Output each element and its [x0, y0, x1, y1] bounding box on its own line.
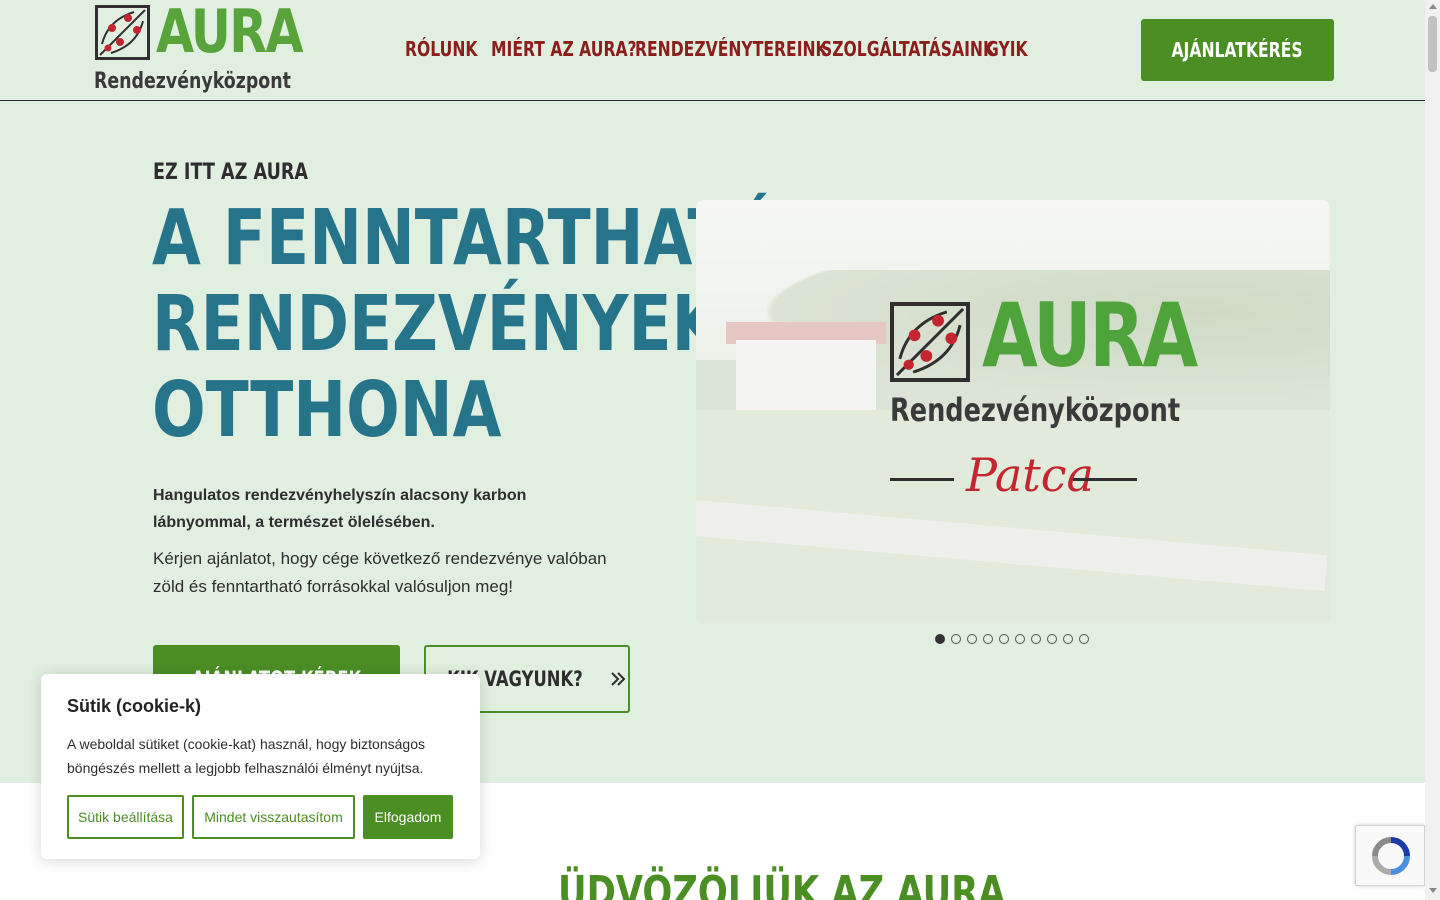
cookie-settings-button[interactable]: Sütik beállítása	[67, 795, 184, 839]
welcome-title: ÜDVÖZÖLJÜK AZ AURA	[558, 867, 1006, 900]
hero-image-slider[interactable]: AURA Rendezvényközpont Patca	[696, 200, 1330, 623]
page: AURA Rendezvényközpont RÓLUNK MIÉRT AZ A…	[0, 0, 1425, 900]
site-header: AURA Rendezvényközpont RÓLUNK MIÉRT AZ A…	[0, 0, 1425, 101]
slider-dot[interactable]	[1031, 634, 1041, 644]
slide-logo-dots-icon	[895, 307, 965, 377]
cookie-consent-banner: Sütik (cookie-k) A weboldal sütiket (coo…	[41, 674, 480, 859]
hero-lead: Hangulatos rendezvényhelyszín alacsony k…	[153, 487, 527, 531]
logo-mark-icon	[95, 5, 150, 60]
recaptcha-icon	[1372, 837, 1410, 875]
hero-title-line-3: OTTHONA	[152, 366, 502, 455]
slider-dot[interactable]	[967, 634, 977, 644]
hero-text: Kérjen ajánlatot, hogy cége következő re…	[153, 549, 607, 596]
slider-dot[interactable]	[983, 634, 993, 644]
hero-title-line-1: A FENNTARTHATÓ	[152, 194, 785, 283]
cookie-reject-all-button[interactable]: Mindet visszautasítom	[192, 795, 355, 839]
nav-item-miert-az-aura[interactable]: MIÉRT AZ AURA?	[491, 36, 637, 62]
slide-logo-mark-icon	[890, 302, 970, 382]
slide-script-text: Patca	[966, 448, 1094, 502]
hero-title: A FENNTARTHATÓ RENDEZVÉNYEK OTTHONA	[152, 196, 784, 454]
cookie-accept-button[interactable]: Elfogadom	[363, 795, 453, 839]
hero-eyebrow: EZ ITT AZ AURA	[153, 160, 309, 185]
slider-pagination	[935, 634, 1089, 644]
slide-divider-left	[890, 478, 954, 481]
site-logo[interactable]: AURA Rendezvényközpont	[94, 0, 304, 97]
request-quote-button[interactable]: AJÁNLATKÉRÉS	[1141, 19, 1334, 81]
double-chevron-right-icon	[611, 672, 626, 686]
slider-dot[interactable]	[999, 634, 1009, 644]
cookie-text: A weboldal sütiket (cookie-kat) használ,…	[67, 736, 425, 776]
scroll-thumb[interactable]	[1428, 16, 1437, 72]
request-quote-label: AJÁNLATKÉRÉS	[1171, 38, 1304, 62]
slide-logo-wordmark: AURA	[982, 284, 1198, 387]
page-scrollbar[interactable]	[1425, 0, 1440, 900]
slide-logo-subtitle: Rendezvényközpont	[890, 391, 1181, 429]
nav-item-rolunk[interactable]: RÓLUNK	[405, 36, 477, 62]
slide-divider-right	[1073, 478, 1137, 481]
cookie-title: Sütik (cookie-k)	[67, 696, 202, 716]
slider-dot[interactable]	[951, 634, 961, 644]
logo-subtitle: Rendezvényközpont	[94, 69, 291, 94]
slider-dot[interactable]	[1063, 634, 1073, 644]
slider-dot[interactable]	[1079, 634, 1089, 644]
logo-wordmark: AURA	[156, 0, 304, 67]
slider-dot[interactable]	[1015, 634, 1025, 644]
hero-title-line-2: RENDEZVÉNYEK	[152, 280, 721, 369]
logo-dots-icon	[99, 9, 146, 56]
main-nav: RÓLUNK MIÉRT AZ AURA? RENDEZVÉNYTEREINK …	[405, 36, 1028, 62]
nav-item-szolgaltatasaink[interactable]: SZOLGÁLTATÁSAINK	[821, 36, 995, 62]
nav-item-rendezvenytereink[interactable]: RENDEZVÉNYTEREINK	[635, 36, 828, 62]
nav-item-gyik[interactable]: GYIK	[986, 36, 1028, 62]
recaptcha-badge[interactable]	[1355, 825, 1425, 886]
scroll-down-arrow-icon[interactable]	[1429, 888, 1437, 893]
slider-dot[interactable]	[1047, 634, 1057, 644]
scroll-up-arrow-icon[interactable]	[1429, 4, 1437, 9]
slider-dot[interactable]	[935, 634, 945, 644]
